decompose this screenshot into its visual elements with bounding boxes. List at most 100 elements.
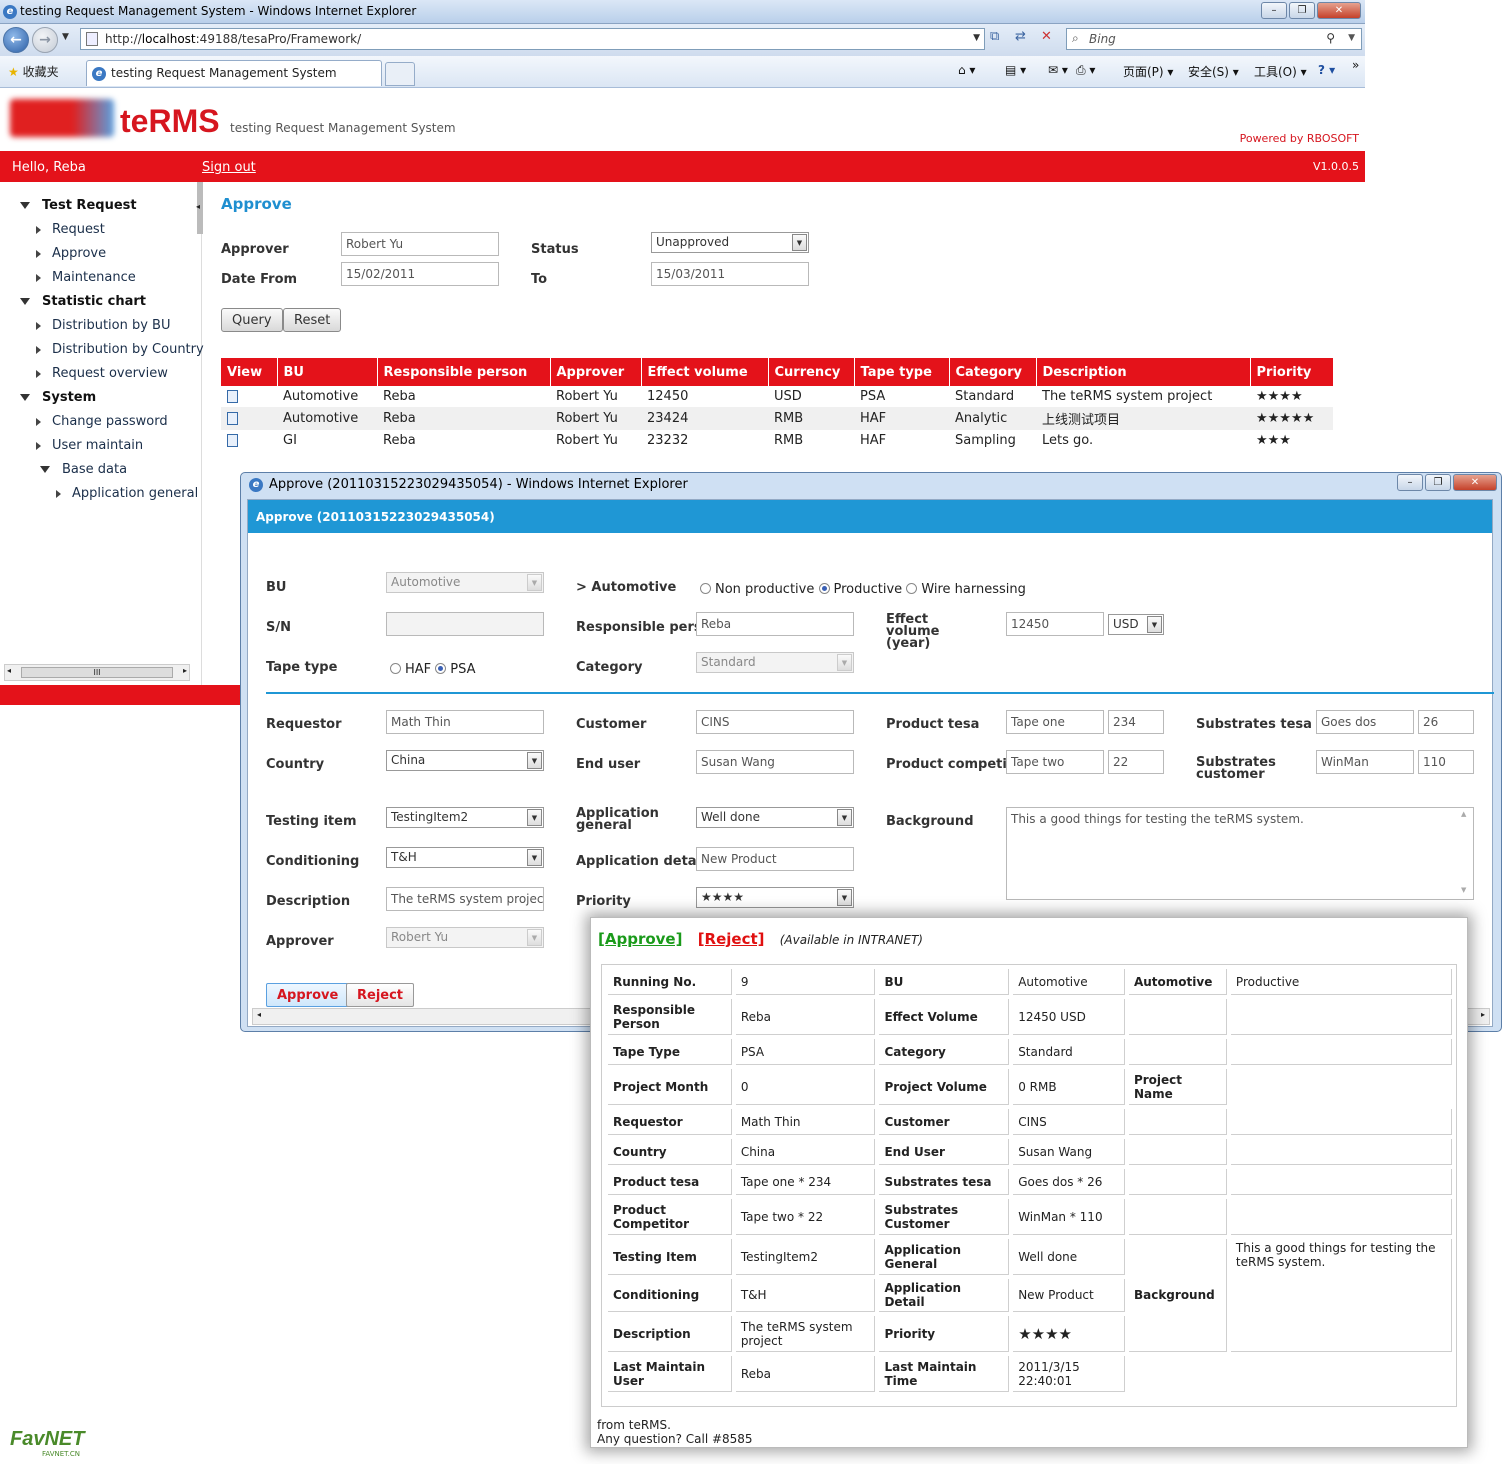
radio-wire-harnessing[interactable]: Wire harnessing xyxy=(906,582,1026,597)
product-competitor-input[interactable]: Tape two xyxy=(1006,750,1104,774)
search-icon[interactable]: ⚲ xyxy=(1326,31,1335,45)
date-to-input[interactable]: 15/03/2011 xyxy=(651,262,809,286)
approve-button[interactable]: Approve xyxy=(266,983,350,1007)
reset-button[interactable]: Reset xyxy=(283,308,342,332)
menu-safety[interactable]: 安全(S) ▾ xyxy=(1188,63,1239,80)
email-approve-link[interactable]: [Approve] xyxy=(598,930,682,948)
chevron-more-icon[interactable]: » xyxy=(1352,58,1359,72)
application-general-select[interactable]: Well done ▼ xyxy=(696,807,854,828)
sidebar-item-statistic-chart[interactable]: Statistic chart xyxy=(20,294,146,309)
textarea-scroll-down-icon[interactable]: ▼ xyxy=(1461,886,1466,894)
print-icon[interactable]: ⎙ ▾ xyxy=(1076,63,1095,78)
sidebar-item-application-general[interactable]: Application general xyxy=(56,486,198,501)
product-tesa-qty-input[interactable]: 234 xyxy=(1108,710,1164,734)
feeds-icon[interactable]: ▤ ▾ xyxy=(1005,63,1026,77)
substrates-customer-input[interactable]: WinMan xyxy=(1316,750,1414,774)
textarea-scroll-up-icon[interactable]: ▲ xyxy=(1461,810,1466,818)
email-label: Substrates tesa xyxy=(879,1169,1010,1195)
date-from-input[interactable]: 15/02/2011 xyxy=(341,262,499,286)
address-dropdown-icon[interactable]: ▼ xyxy=(973,33,980,43)
radio-psa[interactable]: PSA xyxy=(435,662,476,677)
sidebar-horizontal-scrollbar[interactable]: ◂ III ▸ xyxy=(4,664,190,681)
stop-icon[interactable]: ✕ xyxy=(1041,29,1052,44)
scroll-thumb[interactable]: III xyxy=(21,667,173,678)
application-detail-input[interactable]: New Product xyxy=(696,847,854,871)
email-reject-link[interactable]: [Reject] xyxy=(698,930,765,948)
substrates-tesa-input[interactable]: Goes dos xyxy=(1316,710,1414,734)
help-icon[interactable]: ? ▾ xyxy=(1318,63,1335,77)
sidebar-item-user-maintain[interactable]: User maintain xyxy=(36,438,143,453)
sidebar-item-change-password[interactable]: Change password xyxy=(36,414,168,429)
conditioning-select[interactable]: T&H ▼ xyxy=(386,847,544,868)
customer-input[interactable]: CINS xyxy=(696,710,854,734)
responsible-input[interactable]: Reba xyxy=(696,612,854,636)
compatibility-icon[interactable]: ⧉ xyxy=(990,29,999,44)
reject-button[interactable]: Reject xyxy=(346,983,415,1007)
refresh-icon[interactable]: ⇄ xyxy=(1015,29,1026,44)
popup-close-button[interactable]: ✕ xyxy=(1453,474,1497,491)
table-row[interactable]: Automotive Reba Robert Yu 12450 USD PSA … xyxy=(221,386,1333,407)
favorites-button[interactable]: ★ 收藏夹 xyxy=(8,63,59,80)
table-row[interactable]: GI Reba Robert Yu 23232 RMB HAF Sampling… xyxy=(221,430,1333,451)
sidebar-item-test-request[interactable]: Test Request xyxy=(20,198,137,213)
query-button[interactable]: Query xyxy=(221,308,283,332)
home-icon[interactable]: ⌂ ▾ xyxy=(958,63,975,77)
substrates-tesa-qty-input[interactable]: 26 xyxy=(1418,710,1474,734)
address-input[interactable]: http://localhost:49188/tesaPro/Framework… xyxy=(80,28,985,50)
sidebar-item-dist-country[interactable]: Distribution by Country xyxy=(36,342,204,357)
product-tesa-input[interactable]: Tape one xyxy=(1006,710,1104,734)
forward-button[interactable]: → xyxy=(32,27,58,53)
collapse-sidebar-icon[interactable]: ◂ xyxy=(196,202,200,211)
requestor-input[interactable]: Math Thin xyxy=(386,710,544,734)
sign-out-link[interactable]: Sign out xyxy=(202,160,256,175)
priority-select[interactable]: ★★★★ ▼ xyxy=(696,887,854,908)
menu-page[interactable]: 页面(P) ▾ xyxy=(1123,63,1173,80)
substrates-customer-qty-input[interactable]: 110 xyxy=(1418,750,1474,774)
search-dropdown-icon[interactable]: ▼ xyxy=(1348,33,1355,43)
sidebar-item-system[interactable]: System xyxy=(20,390,96,405)
view-document-icon[interactable] xyxy=(227,412,238,425)
history-dropdown-icon[interactable]: ▼ xyxy=(62,32,69,42)
status-select[interactable]: Unapproved ▼ xyxy=(651,232,809,253)
expanded-icon xyxy=(20,394,30,401)
mail-icon[interactable]: ✉ ▾ xyxy=(1048,63,1068,77)
radio-non-productive[interactable]: Non productive xyxy=(700,582,814,597)
effect-volume-label: Effect volume (year) xyxy=(886,612,940,651)
background-textarea[interactable]: This a good things for testing the teRMS… xyxy=(1006,807,1474,900)
close-button[interactable]: ✕ xyxy=(1317,2,1361,19)
radio-productive[interactable]: Productive xyxy=(818,582,902,597)
currency-select[interactable]: USD ▼ xyxy=(1108,614,1164,635)
tab-current[interactable]: e testing Request Management System xyxy=(86,60,382,86)
popup-maximize-button[interactable]: ❐ xyxy=(1425,474,1451,491)
end-user-input[interactable]: Susan Wang xyxy=(696,750,854,774)
menu-tools[interactable]: 工具(O) ▾ xyxy=(1254,63,1307,80)
testing-item-label: Testing item xyxy=(266,814,357,829)
sidebar-item-approve[interactable]: Approve xyxy=(36,246,106,261)
scroll-left-icon[interactable]: ◂ xyxy=(7,666,11,675)
back-button[interactable]: ← xyxy=(3,27,29,53)
sidebar-item-maintenance[interactable]: Maintenance xyxy=(36,270,136,285)
minimize-button[interactable]: – xyxy=(1261,2,1287,19)
approver-input[interactable]: Robert Yu xyxy=(341,232,499,256)
table-row[interactable]: Automotive Reba Robert Yu 23424 RMB HAF … xyxy=(221,407,1333,430)
new-tab-button[interactable] xyxy=(385,62,415,86)
effect-volume-input[interactable]: 12450 xyxy=(1006,612,1104,636)
sidebar-item-request[interactable]: Request xyxy=(36,222,105,237)
scroll-right-icon[interactable]: ▸ xyxy=(183,666,187,675)
description-input[interactable]: The teRMS system project xyxy=(386,887,544,911)
radio-haf[interactable]: HAF xyxy=(390,662,431,677)
search-input[interactable]: ⌕ Bing ⚲ ▼ xyxy=(1066,28,1362,50)
scroll-left-icon[interactable]: ◂ xyxy=(257,1010,261,1019)
view-document-icon[interactable] xyxy=(227,390,238,403)
scroll-right-icon[interactable]: ▸ xyxy=(1481,1010,1485,1019)
view-document-icon[interactable] xyxy=(227,434,238,447)
country-select[interactable]: China ▼ xyxy=(386,750,544,771)
sidebar-item-dist-bu[interactable]: Distribution by BU xyxy=(36,318,171,333)
testing-item-select[interactable]: TestingItem2 ▼ xyxy=(386,807,544,828)
product-competitor-qty-input[interactable]: 22 xyxy=(1108,750,1164,774)
email-value: This a good things for testing the teRMS… xyxy=(1230,1239,1452,1352)
sidebar-item-request-overview[interactable]: Request overview xyxy=(36,366,168,381)
popup-minimize-button[interactable]: – xyxy=(1397,474,1423,491)
maximize-button[interactable]: ❐ xyxy=(1289,2,1315,19)
sidebar-item-base-data[interactable]: Base data xyxy=(40,462,127,477)
